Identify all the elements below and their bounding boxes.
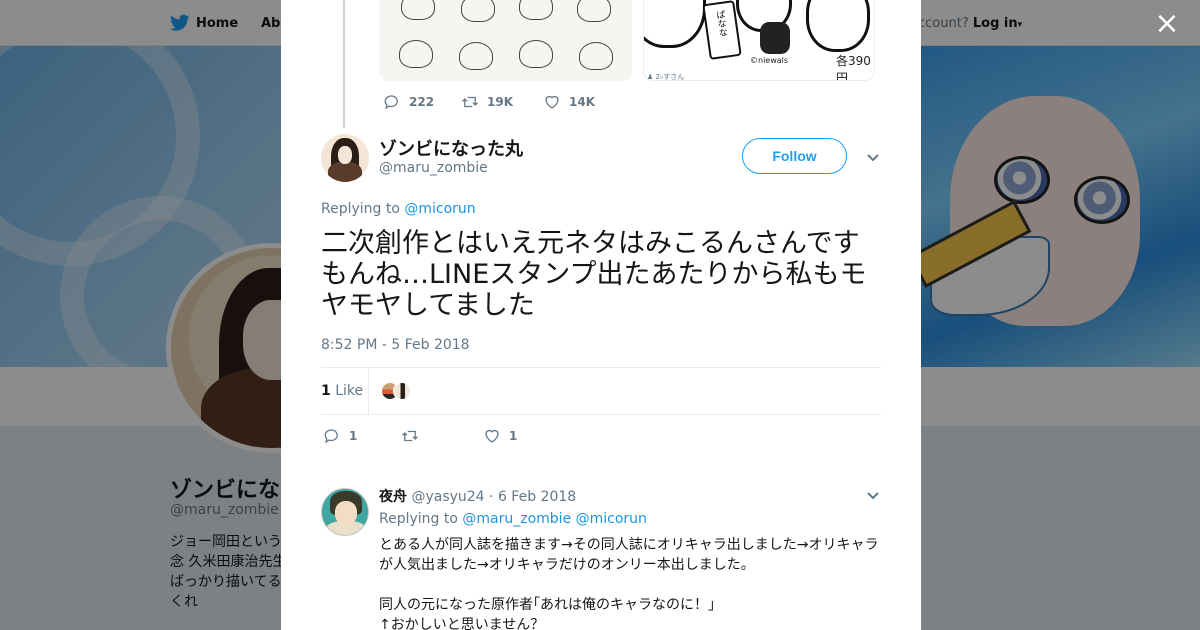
- thread-connector-line: [343, 0, 345, 128]
- liker-avatar[interactable]: [393, 382, 411, 400]
- media-price: 各390円: [836, 54, 871, 81]
- replying-to: Replying to @micorun: [321, 201, 476, 217]
- reply-author-avatar[interactable]: [321, 488, 369, 536]
- media-tag-text: ぱなな: [713, 9, 728, 38]
- reply-count: 1: [349, 429, 358, 443]
- tweet-actions: 1 1: [323, 427, 517, 445]
- reply-count: 222: [409, 95, 435, 109]
- reply-icon: [324, 429, 338, 444]
- tweet-menu-chevron-down-icon[interactable]: [866, 150, 880, 164]
- follow-button[interactable]: Follow: [742, 138, 847, 174]
- retweet-icon: [402, 430, 418, 442]
- reply-button[interactable]: 1: [323, 427, 401, 445]
- retweet-count: 19K: [487, 95, 513, 109]
- replying-mention-link[interactable]: @micorun: [404, 201, 475, 217]
- like-button[interactable]: 14K: [543, 93, 595, 111]
- tweet-media-image-2[interactable]: ぱなな ©niewals 各390円: [643, 0, 875, 81]
- reply-date[interactable]: 6 Feb 2018: [498, 489, 576, 505]
- tweet-modal: ぱなな ©niewals 各390円 ♟ 2♭すさん 222 19K 14K ゾ…: [281, 0, 921, 630]
- reply-header: 夜舟 @yasyu24 · 6 Feb 2018: [379, 489, 577, 505]
- like-count: 14K: [569, 95, 595, 109]
- replying-prefix: Replying to: [379, 511, 458, 527]
- heart-icon: [545, 95, 559, 109]
- media-credit: ©niewals: [750, 56, 789, 65]
- previous-tweet-actions: 222 19K 14K: [383, 93, 595, 111]
- tweet-media-image-1[interactable]: [379, 0, 632, 81]
- replying-mention-link[interactable]: @micorun: [576, 511, 647, 527]
- reply-button[interactable]: 222: [383, 93, 461, 111]
- heart-icon: [485, 429, 499, 443]
- author-handle[interactable]: @maru_zombie: [379, 160, 488, 176]
- reply-replying-to: Replying to @maru_zombie @micorun: [379, 511, 647, 527]
- reply-author-handle[interactable]: @yasyu24: [411, 489, 484, 505]
- reply-text: とある人が同人誌を描きます→その同人誌にオリキャラ出しました→オリキャラが人気出…: [379, 537, 879, 630]
- replying-mention-link[interactable]: @maru_zombie: [462, 511, 571, 527]
- reply-author-name[interactable]: 夜舟: [379, 489, 407, 505]
- media-caption: ♟ 2♭すさん: [647, 73, 685, 81]
- like-button[interactable]: 1: [483, 427, 517, 445]
- like-stat[interactable]: 1 Like: [321, 383, 363, 399]
- tweet-timestamp[interactable]: 8:52 PM - 5 Feb 2018: [321, 337, 470, 353]
- close-icon[interactable]: ×: [1154, 9, 1180, 39]
- retweet-button[interactable]: 19K: [461, 93, 543, 111]
- like-stat-count: 1: [321, 383, 331, 399]
- stats-divider: [368, 368, 369, 414]
- like-count: 1: [509, 429, 518, 443]
- reply-menu-chevron-down-icon[interactable]: [866, 488, 880, 502]
- like-stat-label: Like: [335, 383, 364, 399]
- reply-icon: [384, 95, 398, 110]
- author-name[interactable]: ゾンビになった丸: [379, 135, 523, 161]
- retweet-icon: [462, 96, 478, 108]
- replying-prefix: Replying to: [321, 201, 400, 217]
- tweet-stats: 1 Like: [321, 367, 881, 415]
- retweet-button[interactable]: [401, 427, 483, 445]
- tweet-text: 二次創作とはいえ元ネタはみこるんさんですもんね…LINEスタンプ出たあたりから私…: [321, 228, 867, 321]
- author-avatar[interactable]: [321, 134, 369, 182]
